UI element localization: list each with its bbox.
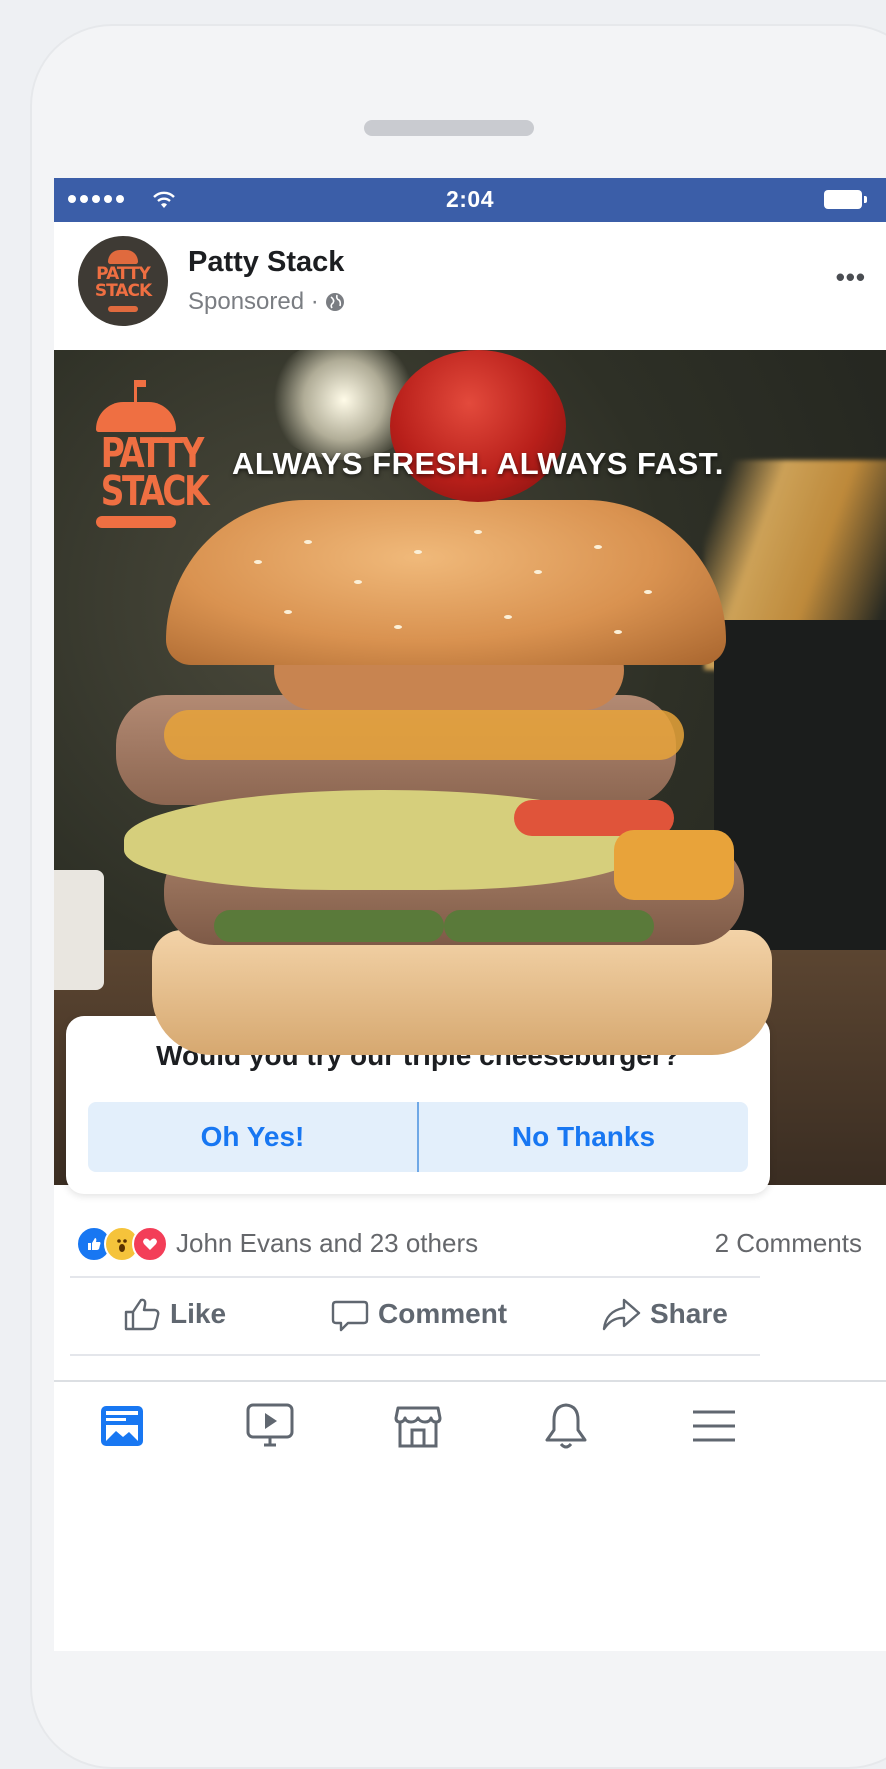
sesame-seed (614, 630, 622, 634)
more-options-button[interactable]: ••• (836, 262, 866, 293)
globe-icon (325, 293, 344, 311)
sesame-seed (644, 590, 652, 594)
sponsored-text: Sponsored · (188, 288, 319, 315)
cheese-shape (614, 830, 734, 900)
avatar-logo-text: PATTY STACK (94, 264, 152, 301)
status-bar: 2:04 (54, 178, 886, 222)
comments-count[interactable]: 2 Comments (715, 1228, 862, 1259)
app-screen: 2:04 PATTY STACK Patty Stack Sponsored · … (54, 178, 886, 1651)
sesame-seed (474, 530, 482, 534)
divider (70, 1354, 760, 1356)
avatar-base-shape (108, 306, 138, 312)
comment-button[interactable]: Comment (330, 1294, 507, 1334)
comment-label: Comment (378, 1298, 508, 1329)
ad-tagline: ALWAYS FRESH. ALWAYS FAST. (232, 446, 724, 481)
battery-icon (824, 190, 867, 209)
reactions-text[interactable]: John Evans and 23 others (176, 1228, 478, 1259)
reaction-icons[interactable] (76, 1226, 168, 1262)
bottom-bun-shape (152, 930, 772, 1055)
hamburger-menu-icon (693, 1410, 735, 1442)
page-avatar[interactable]: PATTY STACK (78, 236, 168, 326)
tab-watch[interactable] (242, 1398, 298, 1454)
logo-base-shape (96, 516, 176, 528)
cheese-shape (164, 710, 684, 760)
phone-speaker (364, 120, 534, 136)
like-button[interactable]: Like (122, 1294, 226, 1334)
sesame-seed (394, 625, 402, 629)
sponsored-label: Sponsored · (188, 288, 345, 316)
watch-icon (246, 1403, 294, 1447)
sesame-seed (354, 580, 362, 584)
sesame-seed (414, 550, 422, 554)
dip-cup-shape (54, 870, 104, 990)
poll-option-no-button[interactable]: No Thanks (419, 1102, 748, 1172)
marketplace-icon (394, 1406, 442, 1448)
tab-marketplace[interactable] (390, 1398, 446, 1454)
sesame-seed (284, 610, 292, 614)
status-time: 2:04 (445, 186, 495, 212)
news-feed-icon (101, 1406, 143, 1446)
reactions-summary: John Evans and 23 others 2 Comments (54, 1216, 886, 1268)
page-name[interactable]: Patty Stack (188, 246, 344, 279)
sesame-seed (534, 570, 542, 574)
top-bun-shape (166, 500, 726, 665)
thumbs-up-icon (124, 1298, 160, 1331)
comment-icon (331, 1300, 369, 1332)
pickle-shape (444, 910, 654, 942)
sesame-seed (304, 540, 312, 544)
avatar-bun-shape (108, 250, 138, 264)
logo-flag-shape (134, 380, 146, 404)
post-header: PATTY STACK Patty Stack Sponsored · ••• (54, 222, 886, 350)
bell-icon (545, 1403, 587, 1449)
tab-news-feed[interactable] (94, 1398, 150, 1454)
love-icon (132, 1226, 168, 1262)
poll-option-yes-button[interactable]: Oh Yes! (88, 1102, 417, 1172)
post-actions: Like Comment Share (54, 1280, 886, 1350)
divider (70, 1276, 760, 1278)
share-label: Share (650, 1298, 728, 1329)
sesame-seed (254, 560, 262, 564)
poll-options: Oh Yes! No Thanks (88, 1102, 748, 1172)
share-arrow-icon (602, 1298, 641, 1331)
tab-notifications[interactable] (538, 1398, 594, 1454)
logo-bun-shape (96, 402, 176, 432)
sesame-seed (594, 545, 602, 549)
like-label: Like (170, 1298, 227, 1329)
logo-wordmark: PATTY STACK (100, 429, 210, 515)
bottom-tab-bar (54, 1380, 886, 1468)
sesame-seed (504, 615, 512, 619)
tab-menu[interactable] (686, 1398, 742, 1454)
share-button[interactable]: Share (600, 1294, 728, 1334)
pickle-shape (214, 910, 444, 942)
